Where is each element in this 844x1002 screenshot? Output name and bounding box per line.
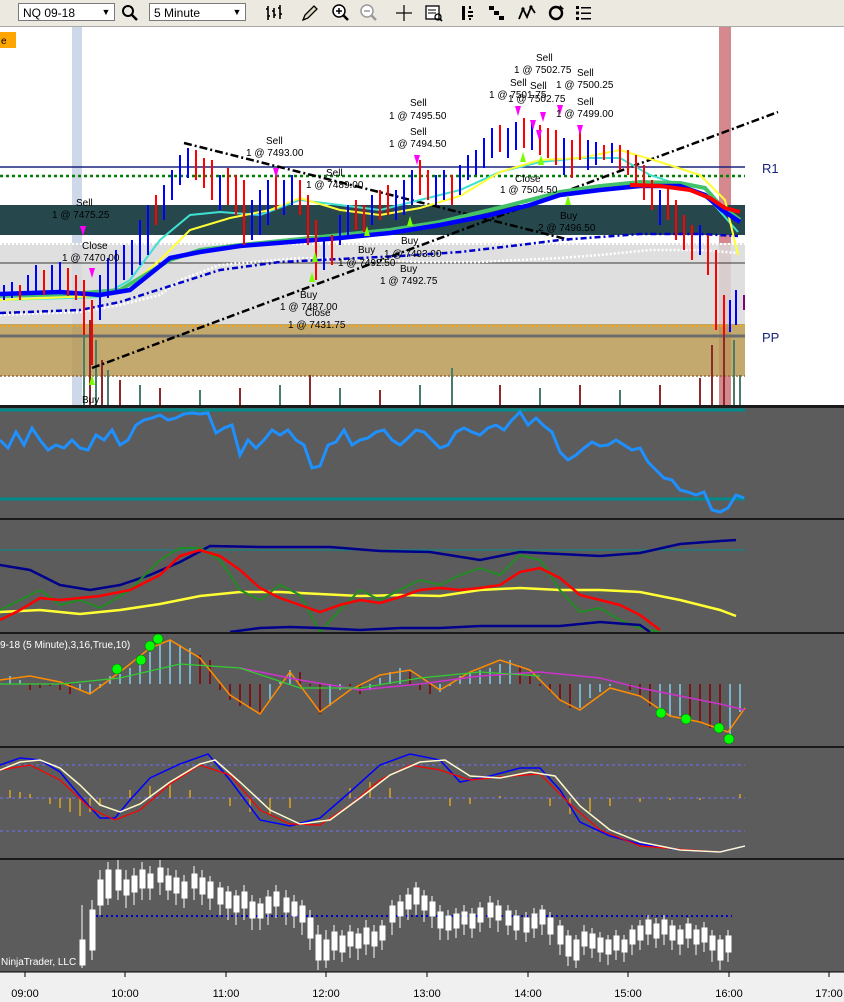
indicator-label: 9-18 (5 Minute),3,16,True,10): [0, 640, 130, 651]
time-tick-5: 14:00: [514, 988, 542, 1000]
chart-area[interactable]: Sell 1 @ 7475.25 Close 1 @ 7470.00 Sell 1 @…: [0, 27, 844, 1002]
interval-selector[interactable]: 5 Minute ▼: [149, 3, 246, 21]
indicator-panel-4[interactable]: [0, 748, 844, 858]
time-tick-7: 16:00: [715, 988, 743, 1000]
data-box-icon[interactable]: [424, 3, 444, 23]
time-tick-8: 17:00: [815, 988, 843, 1000]
indicator-panel-5[interactable]: NinjaTrader, LLC: [0, 860, 844, 972]
pivot-zone: [0, 324, 745, 376]
pp-label: PP: [762, 330, 779, 345]
time-tick-6: 15:00: [614, 988, 642, 1000]
time-tick-1: 10:00: [111, 988, 139, 1000]
watermark: NinjaTrader, LLC: [1, 957, 76, 968]
list-icon[interactable]: [574, 3, 594, 23]
chevron-down-icon: ▼: [232, 7, 242, 17]
indicator-panel-3[interactable]: 9-18 (5 Minute),3,16,True,10): [0, 633, 844, 746]
indicator-panel-2[interactable]: [0, 520, 844, 634]
bar-type-icon[interactable]: [264, 3, 284, 23]
chart-trader-icon[interactable]: [517, 3, 537, 23]
instrument-value: NQ 09-18: [23, 6, 76, 20]
time-tick-3: 12:00: [312, 988, 340, 1000]
chevron-down-icon: ▼: [101, 7, 111, 17]
draw-icon[interactable]: [300, 3, 320, 23]
r1-label: R1: [762, 161, 779, 176]
properties-icon[interactable]: [459, 3, 479, 23]
search-icon[interactable]: [120, 3, 140, 23]
zoom-out-icon[interactable]: [359, 3, 379, 23]
account-tag-text: e: [1, 36, 7, 47]
chart-toolbar: NQ 09-18 ▼ 5 Minute ▼: [0, 0, 844, 27]
time-tick-0: 09:00: [11, 988, 39, 1000]
price-panel[interactable]: Sell 1 @ 7475.25 Close 1 @ 7470.00 Sell 1 @…: [0, 27, 844, 406]
crosshair-icon[interactable]: [394, 3, 414, 23]
trade-label-buy-6: Buy: [82, 395, 99, 406]
instrument-selector[interactable]: NQ 09-18 ▼: [18, 3, 115, 21]
interval-value: 5 Minute: [154, 6, 201, 20]
strategies-icon[interactable]: [487, 3, 507, 23]
zoom-in-icon[interactable]: [331, 3, 351, 23]
time-tick-2: 11:00: [213, 988, 240, 1000]
indicator-panel-1[interactable]: [0, 408, 844, 518]
refresh-icon[interactable]: [546, 3, 566, 23]
time-axis[interactable]: 09:00 10:00 11:00 12:00 13:00 14:00 15:0…: [0, 971, 844, 1002]
time-tick-4: 13:00: [413, 988, 441, 1000]
